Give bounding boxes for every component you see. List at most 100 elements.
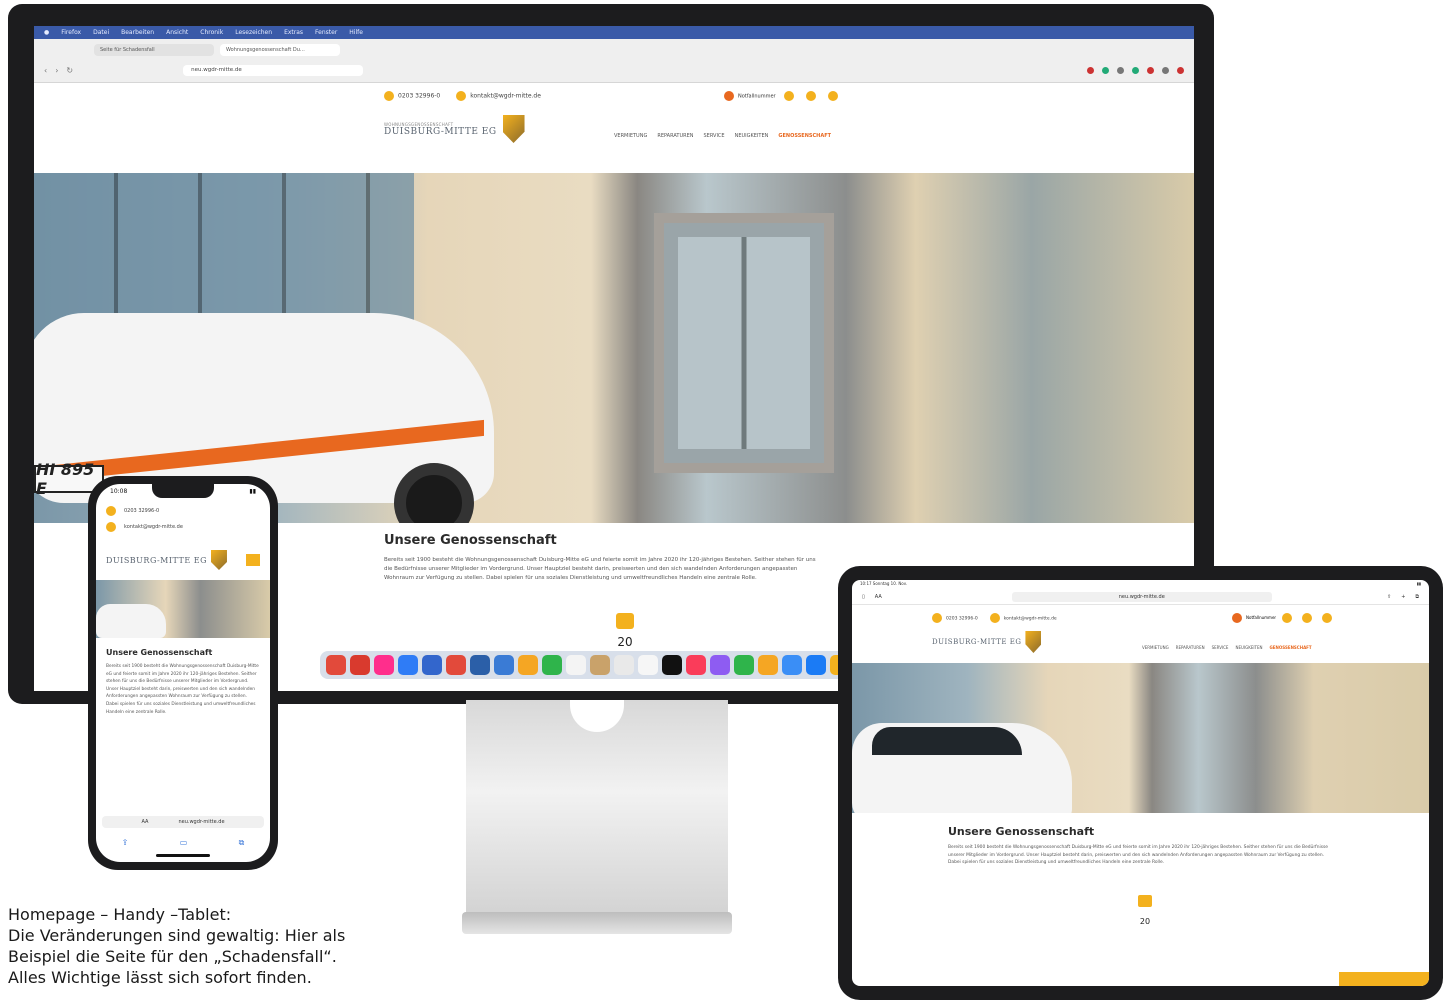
nav-item-neuigkeiten[interactable]: NEUIGKEITEN <box>1235 645 1262 650</box>
apple-icon[interactable]: ● <box>44 29 49 36</box>
dock-app-icon[interactable] <box>398 655 418 675</box>
dock-app-icon[interactable] <box>590 655 610 675</box>
tabs-icon[interactable]: ⧉ <box>1415 594 1419 600</box>
phone-url-bar[interactable]: AA neu.wgdr-mitte.de <box>102 816 264 828</box>
extension-icon[interactable] <box>1147 66 1154 74</box>
tablet-hero-image <box>852 663 1429 813</box>
page-badge-icon <box>1138 895 1152 907</box>
phone-hero-image <box>96 580 270 638</box>
dock-app-icon[interactable] <box>422 655 442 675</box>
browser-tab[interactable]: Seite für Schadensfall <box>94 44 214 56</box>
phone-logo[interactable]: DUISBURG-MITTE EG <box>96 532 270 576</box>
sidebar-icon[interactable]: ▯ <box>862 594 865 600</box>
phone-link[interactable]: 0203 32996-0 <box>384 91 440 101</box>
dock-app-icon[interactable] <box>326 655 346 675</box>
dock-app-icon[interactable] <box>806 655 826 675</box>
nav-item-neuigkeiten[interactable]: NEUIGKEITEN <box>735 133 769 139</box>
quicklink-icon[interactable] <box>1302 613 1313 623</box>
nav-item-service[interactable]: SERVICE <box>1212 645 1229 650</box>
phone-logo-text: DUISBURG-MITTE EG <box>106 555 207 565</box>
bookmarks-icon[interactable]: ▭ <box>180 838 188 848</box>
extension-icon[interactable] <box>1102 66 1109 74</box>
nav-item-vermietung[interactable]: VERMIETUNG <box>1142 645 1169 650</box>
dock-app-icon[interactable] <box>686 655 706 675</box>
dock-app-icon[interactable] <box>710 655 730 675</box>
share-icon[interactable]: ⇪ <box>1387 594 1391 600</box>
menu-item[interactable]: Datei <box>93 29 109 36</box>
dock-app-icon[interactable] <box>446 655 466 675</box>
extension-icon[interactable] <box>1177 66 1184 74</box>
browser-tab-active[interactable]: Wohnungsgenossenschaft Du… <box>220 44 340 56</box>
os-menubar: ● Firefox Datei Bearbeiten Ansicht Chron… <box>34 26 1194 39</box>
dock-app-icon[interactable] <box>758 655 778 675</box>
email-link[interactable]: kontakt@wgdr-mitte.de <box>989 613 1057 623</box>
extension-icon[interactable] <box>1117 66 1124 74</box>
dock-app-icon[interactable] <box>566 655 586 675</box>
dock-app-icon[interactable] <box>374 655 394 675</box>
reader-mode-label[interactable]: AA <box>141 819 148 825</box>
dock-app-icon[interactable] <box>782 655 802 675</box>
quicklink-icon[interactable] <box>1322 613 1333 623</box>
menu-item[interactable]: Bearbeiten <box>121 29 154 36</box>
menu-item[interactable]: Hilfe <box>349 29 363 36</box>
dock-app-icon[interactable] <box>542 655 562 675</box>
tablet-logo[interactable]: DUISBURG-MITTE EG <box>932 631 1042 653</box>
phone-contact[interactable]: 0203 32996-0 <box>96 500 270 516</box>
back-icon[interactable]: ‹ <box>44 66 47 75</box>
nav-item-service[interactable]: SERVICE <box>703 133 724 139</box>
extension-icon[interactable] <box>1087 66 1094 74</box>
email-link[interactable]: kontakt@wgdr-mitte.de <box>456 91 541 101</box>
dock-app-icon[interactable] <box>518 655 538 675</box>
tablet-device: 10:17 Sonntag 10. Nov. ▮▮ ▯ AA neu.wgdr-… <box>838 566 1443 1000</box>
dock-app-icon[interactable] <box>470 655 490 675</box>
mail-icon <box>989 613 1000 623</box>
emergency-link[interactable]: Notfallnummer <box>724 91 776 101</box>
phone-icon <box>384 91 394 101</box>
reload-icon[interactable]: ↻ <box>66 66 73 75</box>
phone-email[interactable]: kontakt@wgdr-mitte.de <box>96 516 270 532</box>
tablet-status-time: 10:17 Sonntag 10. Nov. <box>860 581 908 586</box>
logo-crest-icon <box>502 115 525 143</box>
forward-icon[interactable]: › <box>55 66 58 75</box>
hamburger-menu-icon[interactable] <box>246 554 260 566</box>
dock-app-icon[interactable] <box>614 655 634 675</box>
menu-item[interactable]: Firefox <box>61 29 81 36</box>
dock-app-icon[interactable] <box>494 655 514 675</box>
dock-app-icon[interactable] <box>638 655 658 675</box>
quicklink-icon[interactable] <box>805 91 816 101</box>
quicklink-icon[interactable] <box>827 91 838 101</box>
logo-line2: DUISBURG-MITTE EG <box>384 126 497 137</box>
extension-icon[interactable] <box>1132 66 1139 74</box>
nav-item-reparaturen[interactable]: REPARATUREN <box>1176 645 1205 650</box>
cookie-banner-button[interactable] <box>1339 972 1429 986</box>
phone-intro-text: Bereits seit 1900 besteht die Wohnungsge… <box>106 664 259 715</box>
nav-item-vermietung[interactable]: VERMIETUNG <box>614 133 647 139</box>
address-bar[interactable]: neu.wgdr-mitte.de <box>183 64 364 76</box>
home-indicator[interactable] <box>156 854 210 857</box>
quicklink-icon[interactable] <box>783 91 794 101</box>
nav-item-genossenschaft[interactable]: GENOSSENSCHAFT <box>1270 645 1312 650</box>
menu-item[interactable]: Ansicht <box>166 29 188 36</box>
nav-item-genossenschaft[interactable]: GENOSSENSCHAFT <box>778 133 831 139</box>
dock-app-icon[interactable] <box>662 655 682 675</box>
site-logo[interactable]: WOHNUNGSGENOSSENSCHAFT DUISBURG-MITTE EG <box>384 115 525 143</box>
tabs-icon[interactable]: ⧉ <box>239 838 245 848</box>
menu-item[interactable]: Lesezeichen <box>235 29 272 36</box>
menu-item[interactable]: Chronik <box>200 29 223 36</box>
new-tab-icon[interactable]: + <box>1401 594 1405 600</box>
monitor-stand-foot <box>462 912 732 934</box>
extension-icon[interactable] <box>1162 66 1169 74</box>
menu-item[interactable]: Extras <box>284 29 303 36</box>
reader-mode-label[interactable]: AA <box>875 594 882 600</box>
quicklink-icon[interactable] <box>1282 613 1293 623</box>
dock-app-icon[interactable] <box>350 655 370 675</box>
menu-item[interactable]: Fenster <box>315 29 337 36</box>
tablet-logo-text: DUISBURG-MITTE EG <box>932 638 1022 646</box>
emergency-link[interactable]: Notfallnummer <box>1232 613 1276 623</box>
dock-app-icon[interactable] <box>734 655 754 675</box>
tablet-url-bar[interactable]: neu.wgdr-mitte.de <box>1011 591 1272 602</box>
quick-links: Notfallnummer <box>724 91 842 101</box>
phone-link[interactable]: 0203 32996-0 <box>932 613 978 623</box>
nav-item-reparaturen[interactable]: REPARATUREN <box>657 133 693 139</box>
share-icon[interactable]: ⇪ <box>122 838 129 848</box>
